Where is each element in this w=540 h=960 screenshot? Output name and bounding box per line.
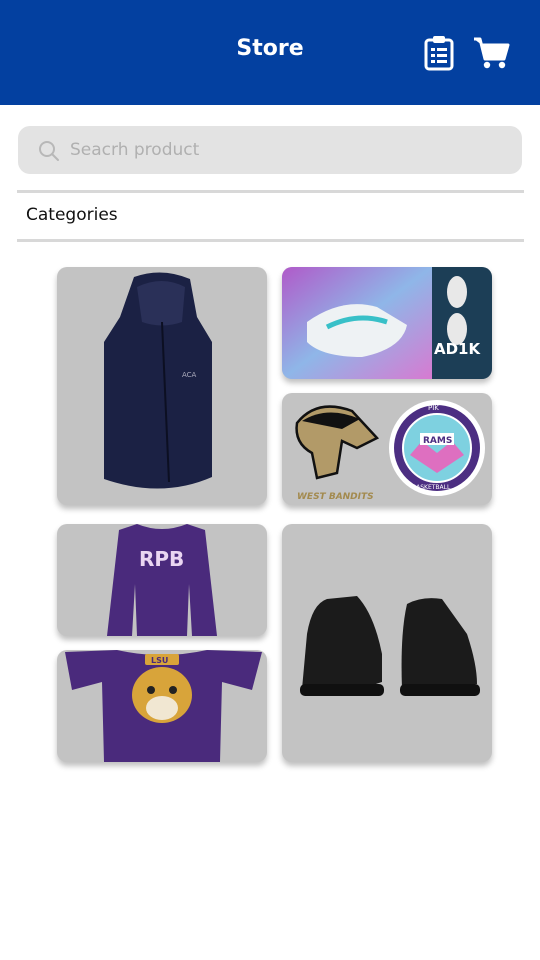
tshirt-logo-text: LSU — [151, 656, 168, 665]
product-card-sneaker-banner[interactable]: AD1K — [282, 267, 492, 379]
product-card-tshirt[interactable]: LSU — [57, 650, 267, 762]
divider-top — [17, 190, 524, 193]
longsleeve-logo-text: RPB — [139, 547, 184, 571]
app-header: Store — [0, 0, 540, 105]
search-icon — [39, 141, 59, 161]
black-sneakers-image — [300, 596, 480, 696]
team-text-west-bandits: WEST BANDITS — [297, 492, 374, 502]
cart-icon[interactable] — [472, 36, 510, 70]
search-bar[interactable] — [18, 126, 522, 174]
vest-image: ACA — [104, 272, 212, 489]
search-input[interactable] — [70, 126, 500, 174]
product-card-vest[interactable]: ACA — [57, 267, 267, 505]
team-text-pik: PIK — [428, 404, 439, 412]
tshirt-image: LSU — [65, 650, 262, 762]
team-text-rams: RAMS — [423, 436, 452, 446]
product-card-black-sneakers[interactable] — [282, 524, 492, 762]
vest-logo-text: ACA — [182, 371, 197, 379]
clipboard-list-icon[interactable] — [424, 35, 454, 71]
sneaker-ad-image: AD1K — [282, 267, 492, 379]
team-logos-image: WEST BANDITS PIK RAMS BASKETBALL — [295, 400, 485, 502]
page-title: Store — [236, 36, 304, 61]
divider-bottom — [17, 239, 524, 242]
sneaker-brand-text: AD1K — [434, 340, 481, 358]
product-card-team-logos[interactable]: WEST BANDITS PIK RAMS BASKETBALL — [282, 393, 492, 505]
categories-label[interactable]: Categories — [26, 205, 118, 225]
team-text-basketball: BASKETBALL — [412, 484, 451, 491]
longsleeve-image: RPB — [107, 524, 217, 636]
product-card-longsleeve[interactable]: RPB — [57, 524, 267, 636]
